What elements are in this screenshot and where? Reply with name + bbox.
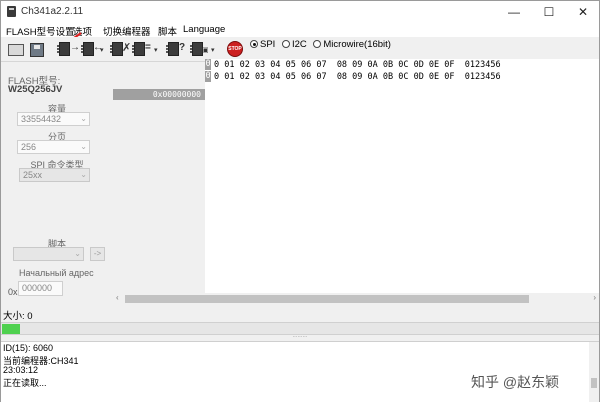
hex-header-text-1: 0 01 02 03 04 05 06 07 08 09 0A 0B 0C 0D…: [214, 60, 501, 70]
watermark-text: 知乎 @赵东颖: [471, 374, 560, 390]
scroll-left-icon[interactable]: ‹: [116, 293, 119, 302]
radio-spi-dot[interactable]: [250, 40, 258, 48]
stop-icon: STOP: [227, 41, 243, 57]
log-vertical-scrollbar[interactable]: [589, 342, 599, 402]
app-window: Ch341a2.2.11 — ☐ ✕ FLASH型号设置 选项 切换编程器 脚本…: [0, 0, 600, 402]
page-value: 256: [21, 142, 37, 152]
title-bar: Ch341a2.2.11 — ☐ ✕: [1, 1, 599, 23]
folder-open-icon: [8, 44, 24, 56]
spi-cmd-value: 25xx: [23, 170, 43, 180]
hex-header-text-2: 0 01 02 03 04 05 06 07 08 09 0A 0B 0C 0D…: [214, 72, 501, 82]
chip-verify-icon: [132, 42, 145, 56]
capacity-select[interactable]: 33554432 ⌄: [17, 112, 90, 126]
verify-dropdown-icon[interactable]: ▾: [154, 46, 158, 54]
erase-chip-button[interactable]: ✗: [110, 41, 132, 58]
protocol-group: SPI I2C Microwire(16bit): [250, 39, 391, 54]
log-line: 23:03:12: [3, 365, 39, 375]
size-label: 大小: 0: [3, 311, 33, 322]
capacity-chevron-icon: ⌄: [80, 114, 87, 123]
radio-microwire-label: Microwire(16bit): [323, 39, 391, 50]
address-prefix: 0x: [8, 287, 18, 297]
capacity-value: 33554432: [21, 114, 62, 124]
app-chip-icon: [7, 6, 16, 17]
radio-microwire[interactable]: Microwire(16bit): [313, 39, 391, 50]
log-line: 正在读取...: [3, 378, 47, 388]
hex-header-mark-2: 0: [205, 71, 211, 82]
radio-i2c-dot[interactable]: [281, 40, 290, 48]
radio-microwire-dot[interactable]: [313, 40, 322, 48]
log-scroll-thumb[interactable]: [591, 378, 597, 388]
eraser-icon: ✗: [122, 42, 132, 54]
menu-switch-programmer[interactable]: 切换编程器: [103, 24, 151, 38]
script-select[interactable]: ⌄: [13, 247, 84, 261]
menu-language[interactable]: Language: [183, 24, 225, 35]
chip-read-icon: [57, 42, 70, 56]
open-file-button[interactable]: [5, 41, 27, 58]
close-button[interactable]: ✕: [566, 1, 600, 23]
selected-address[interactable]: 0x00000000: [113, 89, 205, 100]
auto-dropdown-icon[interactable]: ▾: [211, 46, 215, 54]
page-select[interactable]: 256 ⌄: [17, 140, 90, 154]
spi-cmd-chevron-icon: ⌄: [80, 170, 87, 179]
radio-i2c-label: I2C: [291, 39, 307, 50]
log-line: ID(15): 6060: [3, 343, 54, 353]
maximize-button[interactable]: ☐: [532, 1, 566, 23]
read-chip-button[interactable]: →: [55, 41, 80, 58]
hex-header-row-1: 00 01 02 03 04 05 06 07 08 09 0A 0B 0C 0…: [205, 59, 599, 71]
detect-chip-button[interactable]: ?: [166, 41, 188, 58]
scroll-thumb[interactable]: [125, 295, 529, 303]
stop-button[interactable]: STOP: [226, 41, 246, 58]
flash-model-value: W25Q256JV: [8, 84, 63, 95]
window-title: Ch341a2.2.11: [21, 6, 84, 17]
script-chevron-icon: ⌄: [74, 249, 81, 258]
start-address-input[interactable]: 000000: [18, 281, 63, 296]
hex-horizontal-scrollbar[interactable]: ‹ ›: [113, 293, 599, 305]
radio-spi[interactable]: SPI: [250, 39, 275, 50]
page-chevron-icon: ⌄: [80, 142, 87, 151]
script-run-button[interactable]: ->: [90, 247, 105, 261]
address-column: 0x00000000: [113, 63, 205, 301]
hex-header-mark: 0: [205, 59, 211, 70]
question-icon: ?: [179, 42, 186, 53]
hex-editor[interactable]: 0x00000000 00 01 02 03 04 05 06 07 08 09…: [113, 59, 599, 301]
auto-badge-icon: ▣: [202, 47, 209, 54]
menu-bar: FLASH型号设置 选项 切换编程器 脚本 Language: [1, 23, 599, 38]
save-file-button[interactable]: [28, 41, 48, 58]
settings-panel: FLASH型号: W25Q256JV 容量 33554432 ⌄ 分页 256 …: [1, 63, 113, 308]
start-address-label: Начальный адрес: [19, 268, 94, 278]
auto-button[interactable]: ▣ ▾: [190, 41, 218, 58]
compare-icon: =: [145, 42, 151, 53]
radio-i2c[interactable]: I2C: [281, 39, 307, 50]
spi-cmd-select[interactable]: 25xx ⌄: [19, 168, 90, 182]
hex-header-row-2: 00 01 02 03 04 05 06 07 08 09 0A 0B 0C 0…: [205, 71, 599, 83]
status-row: 大小: 0: [1, 307, 599, 322]
progress-fill: [2, 324, 20, 334]
radio-spi-label: SPI: [260, 39, 276, 50]
scroll-right-icon[interactable]: ›: [593, 293, 596, 302]
write-dropdown-icon[interactable]: ▾: [100, 46, 104, 54]
log-panel: ID(15): 6060 当前编程器:CH341 23:03:12 正在读取..…: [1, 341, 599, 402]
chip-detect-icon: [166, 42, 179, 56]
write-chip-button[interactable]: ← ▾: [79, 41, 105, 58]
verify-chip-button[interactable]: = ▾: [132, 41, 160, 58]
floppy-save-icon: [30, 43, 44, 57]
start-address-value: 000000: [22, 283, 53, 293]
minimize-button[interactable]: —: [497, 1, 531, 23]
menu-script[interactable]: 脚本: [158, 24, 177, 38]
